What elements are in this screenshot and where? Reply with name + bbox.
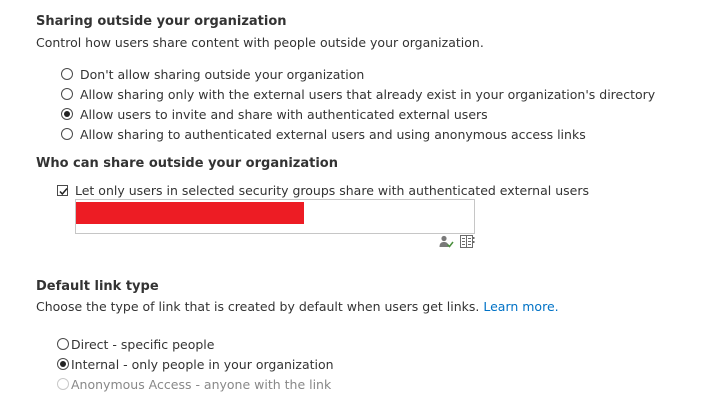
sharing-option-no-external[interactable]: Don't allow sharing outside your organiz… [61,66,364,82]
security-groups-checkbox[interactable] [57,184,68,196]
radio-button[interactable] [57,338,69,350]
sharing-option-anonymous-links[interactable]: Allow sharing to authenticated external … [61,126,586,142]
radio-button-selected[interactable] [61,108,73,120]
checkmark-icon [59,187,68,195]
sharing-option-existing-external[interactable]: Allow sharing only with the external use… [61,86,655,102]
default-link-description-text: Choose the type of link that is created … [36,299,480,314]
security-groups-people-picker[interactable] [75,199,475,234]
link-option-direct[interactable]: Direct - specific people [57,336,214,352]
security-groups-checkbox-row[interactable]: Let only users in selected security grou… [57,182,589,198]
browse-directory-icon[interactable] [459,235,475,248]
radio-button[interactable] [61,128,73,140]
check-names-icon[interactable] [438,235,454,248]
option-label: Allow users to invite and share with aut… [80,106,488,122]
radio-button[interactable] [61,68,73,80]
who-can-share-heading: Who can share outside your organization [36,156,338,171]
checkbox-label: Let only users in selected security grou… [75,182,589,198]
radio-button[interactable] [61,88,73,100]
radio-button-selected[interactable] [57,358,69,370]
link-option-anonymous: Anonymous Access - anyone with the link [57,376,331,392]
option-label: Anonymous Access - anyone with the link [71,376,332,392]
option-label: Don't allow sharing outside your organiz… [80,66,365,82]
option-label: Direct - specific people [71,336,215,352]
link-option-internal[interactable]: Internal - only people in your organizat… [57,356,334,372]
default-link-heading: Default link type [36,279,159,294]
radio-button-disabled [57,378,69,390]
option-label: Allow sharing to authenticated external … [80,126,586,142]
option-label: Allow sharing only with the external use… [80,86,656,102]
redacted-group-entry [76,202,304,224]
default-link-description: Choose the type of link that is created … [36,299,559,314]
option-label: Internal - only people in your organizat… [71,356,334,372]
sharing-option-authenticated-external[interactable]: Allow users to invite and share with aut… [61,106,488,122]
sharing-outside-heading: Sharing outside your organization [36,14,287,29]
sharing-outside-description: Control how users share content with peo… [36,35,484,50]
learn-more-link[interactable]: Learn more. [483,299,558,314]
